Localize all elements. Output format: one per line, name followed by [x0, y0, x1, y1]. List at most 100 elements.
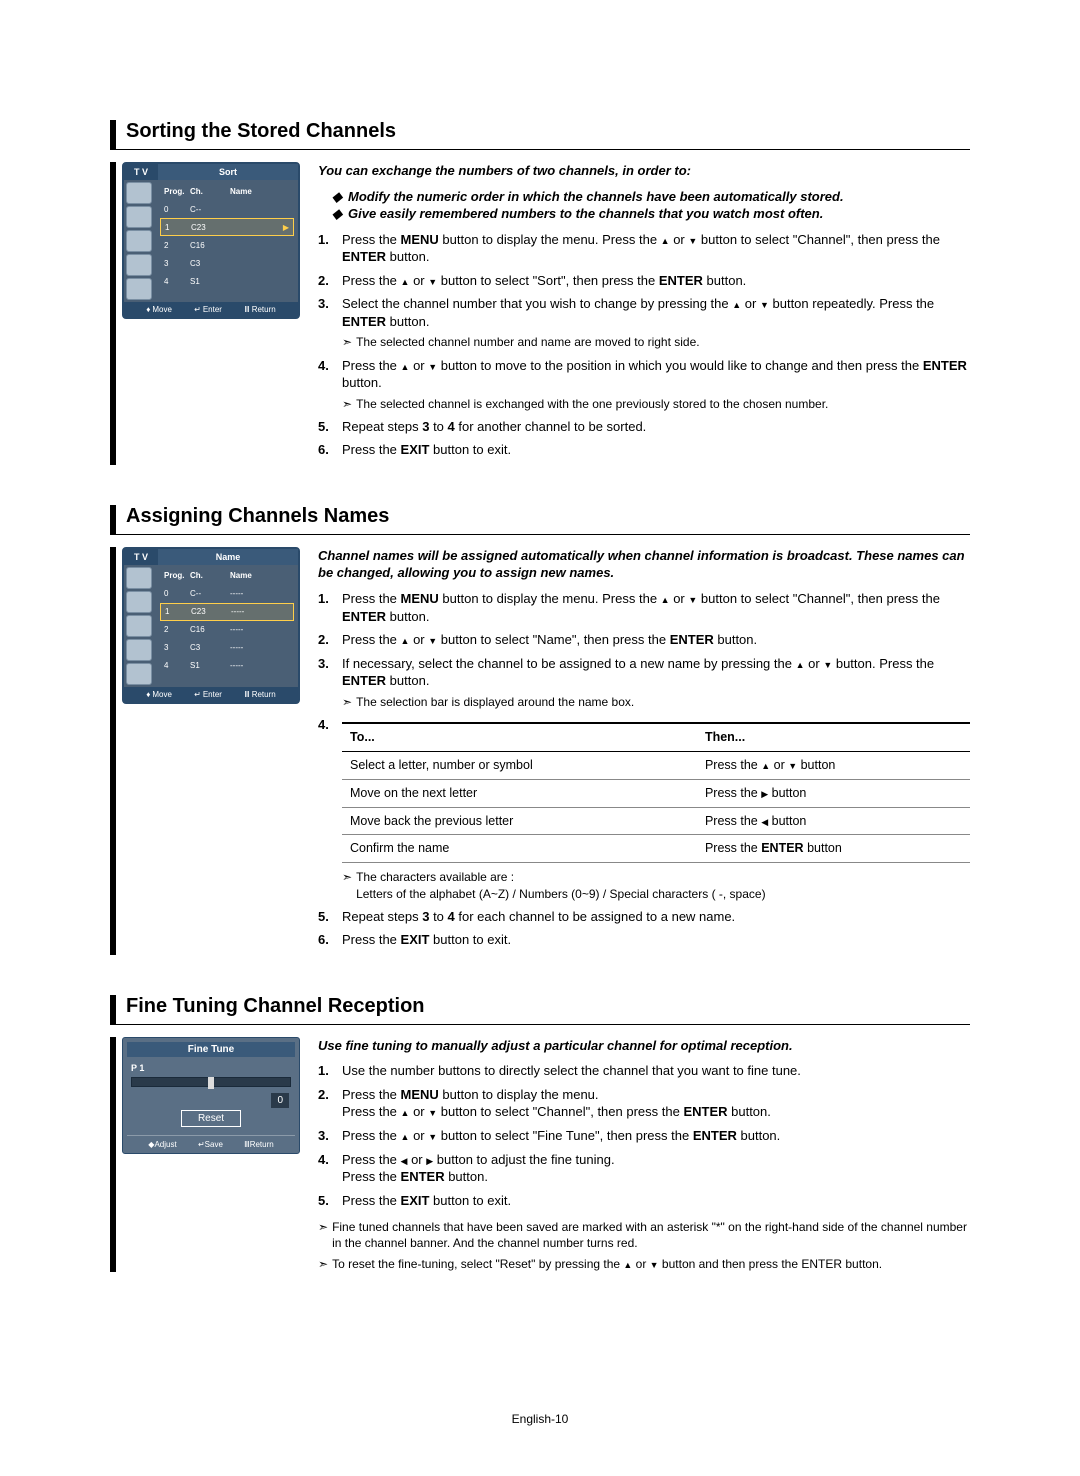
osd-icon: [126, 230, 152, 252]
osd-cell: 2: [160, 241, 190, 250]
down-arrow-icon: [428, 1104, 437, 1119]
to-then-table: To...Then... Select a letter, number or …: [342, 722, 970, 863]
s3-step1-body: Use the number buttons to directly selec…: [342, 1062, 970, 1080]
step-num: 5.: [318, 1192, 342, 1210]
osd-figure-sort: T V Sort Prog.: [110, 162, 300, 465]
up-arrow-icon: [661, 591, 670, 606]
step-num: 6.: [318, 441, 342, 459]
up-arrow-icon: [732, 296, 741, 311]
td-to: Select a letter, number or symbol: [342, 751, 697, 779]
osd-cell: 4: [160, 661, 190, 670]
osd-cell: -----: [230, 589, 294, 598]
down-arrow-icon: [760, 296, 769, 311]
step-num: 3.: [318, 1127, 342, 1145]
osd-ft-title: Fine Tune: [127, 1042, 295, 1057]
osd-foot-return: Return: [250, 1140, 274, 1149]
s3-step4-body: Press the or button to adjust the fine t…: [342, 1151, 970, 1186]
s2-step6-body: Press the EXIT button to exit.: [342, 931, 970, 949]
note-glyph-icon: ➣: [318, 1256, 328, 1272]
arrow-right-icon: ▶: [231, 223, 293, 232]
osd-footer: ♦Move ↵Enter ⅢReturn: [124, 302, 298, 317]
osd-foot-move: Move: [152, 690, 172, 699]
osd-col-name: Name: [230, 187, 294, 196]
section2-intro: Channel names will be assigned automatic…: [318, 547, 970, 582]
note-glyph-icon: ➣: [318, 1219, 328, 1251]
note-glyph-icon: ➣: [342, 334, 352, 350]
step3-body: Select the channel number that you wish …: [342, 295, 970, 350]
osd-col-name: Name: [230, 571, 294, 580]
section3-intro: Use fine tuning to manually adjust a par…: [318, 1037, 970, 1055]
up-arrow-icon: [796, 656, 805, 671]
osd-cell: 4: [160, 277, 190, 286]
step4-note: The selected channel is exchanged with t…: [356, 396, 828, 412]
osd-cell: 0: [160, 589, 190, 598]
step-num: 1.: [318, 590, 342, 625]
down-arrow-icon: [688, 232, 697, 247]
osd-cell: C16: [190, 625, 230, 634]
s2-step3-note: The selection bar is displayed around th…: [356, 694, 634, 710]
s2-step5-body: Repeat steps 3 to 4 for each channel to …: [342, 908, 970, 926]
osd-title-name: Name: [158, 549, 298, 565]
manual-page: Sorting the Stored Channels T V Sort: [110, 120, 970, 1312]
down-arrow-icon: [428, 1128, 437, 1143]
step-num: 2.: [318, 631, 342, 649]
osd-footer: ♦Move ↵Enter ⅢReturn: [124, 687, 298, 702]
osd-reset-button: Reset: [181, 1110, 241, 1127]
td-to: Confirm the name: [342, 835, 697, 863]
osd-cell: -----: [231, 607, 293, 616]
osd-col-prog: Prog.: [160, 187, 190, 196]
step-num: 2.: [318, 1086, 342, 1121]
osd-icon: [126, 615, 152, 637]
osd-cell: 2: [160, 625, 190, 634]
osd-foot-adjust: Adjust: [154, 1140, 176, 1149]
osd-cell: C3: [190, 643, 230, 652]
td-to: Move on the next letter: [342, 779, 697, 807]
step3-note: The selected channel number and name are…: [356, 334, 700, 350]
step6-body: Press the EXIT button to exit.: [342, 441, 970, 459]
section-fine-tune: Fine Tuning Channel Reception Fine Tune …: [110, 995, 970, 1272]
osd-icon: [126, 278, 152, 300]
section1-intro: You can exchange the numbers of two chan…: [318, 162, 970, 180]
s2-step3-body: If necessary, select the channel to be a…: [342, 655, 970, 710]
osd-tv-label: T V: [124, 549, 158, 565]
td-then: Press the ENTER button: [697, 835, 970, 863]
osd-col-ch: Ch.: [190, 187, 230, 196]
osd-cell: -----: [230, 625, 294, 634]
down-arrow-icon: [650, 1257, 659, 1271]
osd-foot-return: Return: [252, 690, 276, 699]
s3-note1: Fine tuned channels that have been saved…: [332, 1219, 970, 1251]
down-arrow-icon: [788, 758, 797, 772]
osd-cell: -----: [230, 661, 294, 670]
osd-cell: C16: [190, 241, 230, 250]
step-num: 4.: [318, 716, 342, 902]
td-then: Press the button: [697, 779, 970, 807]
osd-cell: C23: [191, 223, 231, 232]
s3-note2: To reset the fine-tuning, select "Reset"…: [332, 1256, 882, 1272]
osd-cell: 1: [161, 223, 191, 232]
step-num: 5.: [318, 418, 342, 436]
osd-tv-label: T V: [124, 164, 158, 180]
note-glyph-icon: ➣: [342, 396, 352, 412]
td-to: Move back the previous letter: [342, 807, 697, 835]
section-names: Assigning Channels Names T V Name: [110, 505, 970, 955]
osd-cell: C--: [190, 589, 230, 598]
step-num: 6.: [318, 931, 342, 949]
step-num: 2.: [318, 272, 342, 290]
osd-cell: S1: [190, 661, 230, 670]
section-sorting: Sorting the Stored Channels T V Sort: [110, 120, 970, 465]
down-arrow-icon: [428, 632, 437, 647]
down-arrow-icon: [823, 656, 832, 671]
osd-foot-save: Save: [205, 1140, 223, 1149]
td-then: Press the button: [697, 807, 970, 835]
osd-figure-name: T V Name Prog.: [110, 547, 300, 955]
osd-icon: [126, 663, 152, 685]
step2-body: Press the or button to select "Sort", th…: [342, 272, 970, 290]
osd-cell: -----: [230, 643, 294, 652]
osd-cell: C--: [190, 205, 230, 214]
s3-step5-body: Press the EXIT button to exit.: [342, 1192, 970, 1210]
step-num: 5.: [318, 908, 342, 926]
step-num: 4.: [318, 1151, 342, 1186]
osd-icon: [126, 639, 152, 661]
step-num: 4.: [318, 357, 342, 412]
osd-cell: C3: [190, 259, 230, 268]
